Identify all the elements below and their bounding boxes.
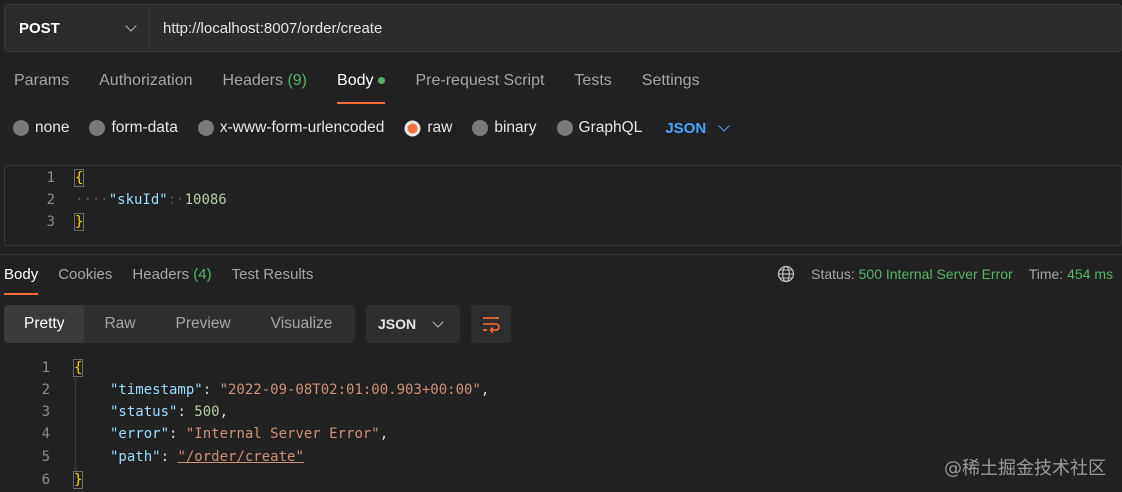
radio-circle[interactable] xyxy=(556,120,573,136)
response-meta: Status: 500 Internal Server Error Time: … xyxy=(777,265,1113,283)
response-tab-headers[interactable]: Headers (4) xyxy=(132,266,211,293)
code-line: 3 "status": 500, xyxy=(0,401,228,423)
body-indicator-dot xyxy=(378,77,386,85)
view-pretty[interactable]: Pretty xyxy=(4,305,85,343)
open-brace: { xyxy=(72,359,84,377)
line-number: 5 xyxy=(41,449,50,465)
request-tabs: Params Authorization Headers (9) Body Pr… xyxy=(14,72,730,104)
json-value: "Internal Server Error" xyxy=(185,426,380,442)
radio-graphql[interactable]: GraphQL xyxy=(556,119,642,137)
code-line: 5 "path": "/order/create" xyxy=(0,446,304,468)
response-tab-body[interactable]: Body xyxy=(4,266,39,295)
response-tab-cookies[interactable]: Cookies xyxy=(58,266,112,293)
chevron-down-icon xyxy=(125,20,137,32)
radio-binary[interactable]: binary xyxy=(472,119,537,137)
body-format-dropdown[interactable]: JSON xyxy=(665,120,730,137)
response-tab-test-results[interactable]: Test Results xyxy=(232,266,314,293)
line-number: 4 xyxy=(41,426,50,442)
json-key: "error" xyxy=(110,426,170,442)
tab-authorization[interactable]: Authorization xyxy=(99,72,192,102)
wrap-lines-icon xyxy=(483,317,500,333)
view-preview[interactable]: Preview xyxy=(156,305,251,343)
open-brace: { xyxy=(73,169,85,187)
view-mode-tabs: Pretty Raw Preview Visualize xyxy=(4,305,355,343)
code-line: 3 } xyxy=(5,211,85,233)
code-line: 6 } xyxy=(0,469,84,491)
status-value[interactable]: 500 Internal Server Error xyxy=(859,266,1013,282)
line-number: 1 xyxy=(46,170,55,186)
chevron-down-icon xyxy=(432,316,444,328)
indent-guide xyxy=(75,378,76,478)
radio-none[interactable]: none xyxy=(13,119,69,137)
json-value: "2022-09-08T02:01:00.903+00:00" xyxy=(219,382,481,398)
close-brace: } xyxy=(72,471,84,489)
code-line: 2 "timestamp": "2022-09-08T02:01:00.903+… xyxy=(0,379,490,401)
chevron-down-icon xyxy=(718,120,730,132)
tab-params[interactable]: Params xyxy=(14,72,69,102)
pane-divider[interactable] xyxy=(0,254,1122,255)
json-value-link[interactable]: "/order/create" xyxy=(177,449,303,465)
line-number: 3 xyxy=(46,214,55,230)
response-tabs: Body Cookies Headers (4) Test Results xyxy=(4,266,333,295)
radio-x-www-form-urlencoded[interactable]: x-www-form-urlencoded xyxy=(197,119,384,137)
globe-icon[interactable] xyxy=(777,265,795,283)
json-value: 500 xyxy=(194,404,220,420)
json-value: 10086 xyxy=(184,192,227,208)
radio-form-data[interactable]: form-data xyxy=(89,119,178,137)
radio-raw[interactable]: raw xyxy=(404,119,452,137)
close-brace: } xyxy=(73,213,85,231)
watermark: @稀土掘金技术社区 xyxy=(944,458,1106,479)
wrap-lines-button[interactable] xyxy=(471,305,511,343)
url-input[interactable]: http://localhost:8007/order/create xyxy=(150,5,1121,51)
view-raw[interactable]: Raw xyxy=(84,305,155,343)
json-key: "status" xyxy=(110,404,178,420)
radio-selected-icon[interactable] xyxy=(404,120,421,137)
method-selector[interactable]: POST xyxy=(5,5,150,51)
code-line: 1 { xyxy=(0,357,84,379)
view-visualize[interactable]: Visualize xyxy=(251,305,353,343)
url-bar: POST http://localhost:8007/order/create xyxy=(4,4,1122,52)
code-line: 2 ····"skuId":·10086 xyxy=(5,189,227,211)
line-number: 1 xyxy=(41,360,50,376)
radio-circle[interactable] xyxy=(89,120,106,136)
request-body-editor[interactable]: 1 { 2 ····"skuId":·10086 3 } xyxy=(4,165,1122,246)
code-line: 4 "error": "Internal Server Error", xyxy=(0,423,389,445)
body-type-options: none form-data x-www-form-urlencoded raw… xyxy=(13,117,730,139)
tab-pre-request-script[interactable]: Pre-request Script xyxy=(415,72,544,102)
time-label: Time: xyxy=(1028,266,1064,282)
headers-count: (4) xyxy=(193,266,212,283)
time-value[interactable]: 454 ms xyxy=(1067,266,1113,282)
code-line: 1 { xyxy=(5,167,85,189)
radio-circle[interactable] xyxy=(197,120,214,136)
radio-circle[interactable] xyxy=(472,120,489,136)
line-number: 2 xyxy=(46,192,55,208)
tab-headers[interactable]: Headers (9) xyxy=(223,72,308,102)
headers-count: (9) xyxy=(287,72,308,89)
method-label: POST xyxy=(19,19,60,37)
radio-circle[interactable] xyxy=(13,120,29,136)
line-number: 2 xyxy=(41,382,50,398)
line-number: 3 xyxy=(41,404,50,420)
json-key: "path" xyxy=(110,449,161,465)
json-key: "skuId" xyxy=(108,192,168,208)
response-format-dropdown[interactable]: JSON xyxy=(366,305,460,343)
status-label: Status: xyxy=(811,266,855,282)
tab-tests[interactable]: Tests xyxy=(574,72,611,102)
line-number: 6 xyxy=(41,472,50,488)
json-key: "timestamp" xyxy=(110,382,203,398)
tab-body[interactable]: Body xyxy=(337,72,386,104)
tab-settings[interactable]: Settings xyxy=(642,72,700,102)
